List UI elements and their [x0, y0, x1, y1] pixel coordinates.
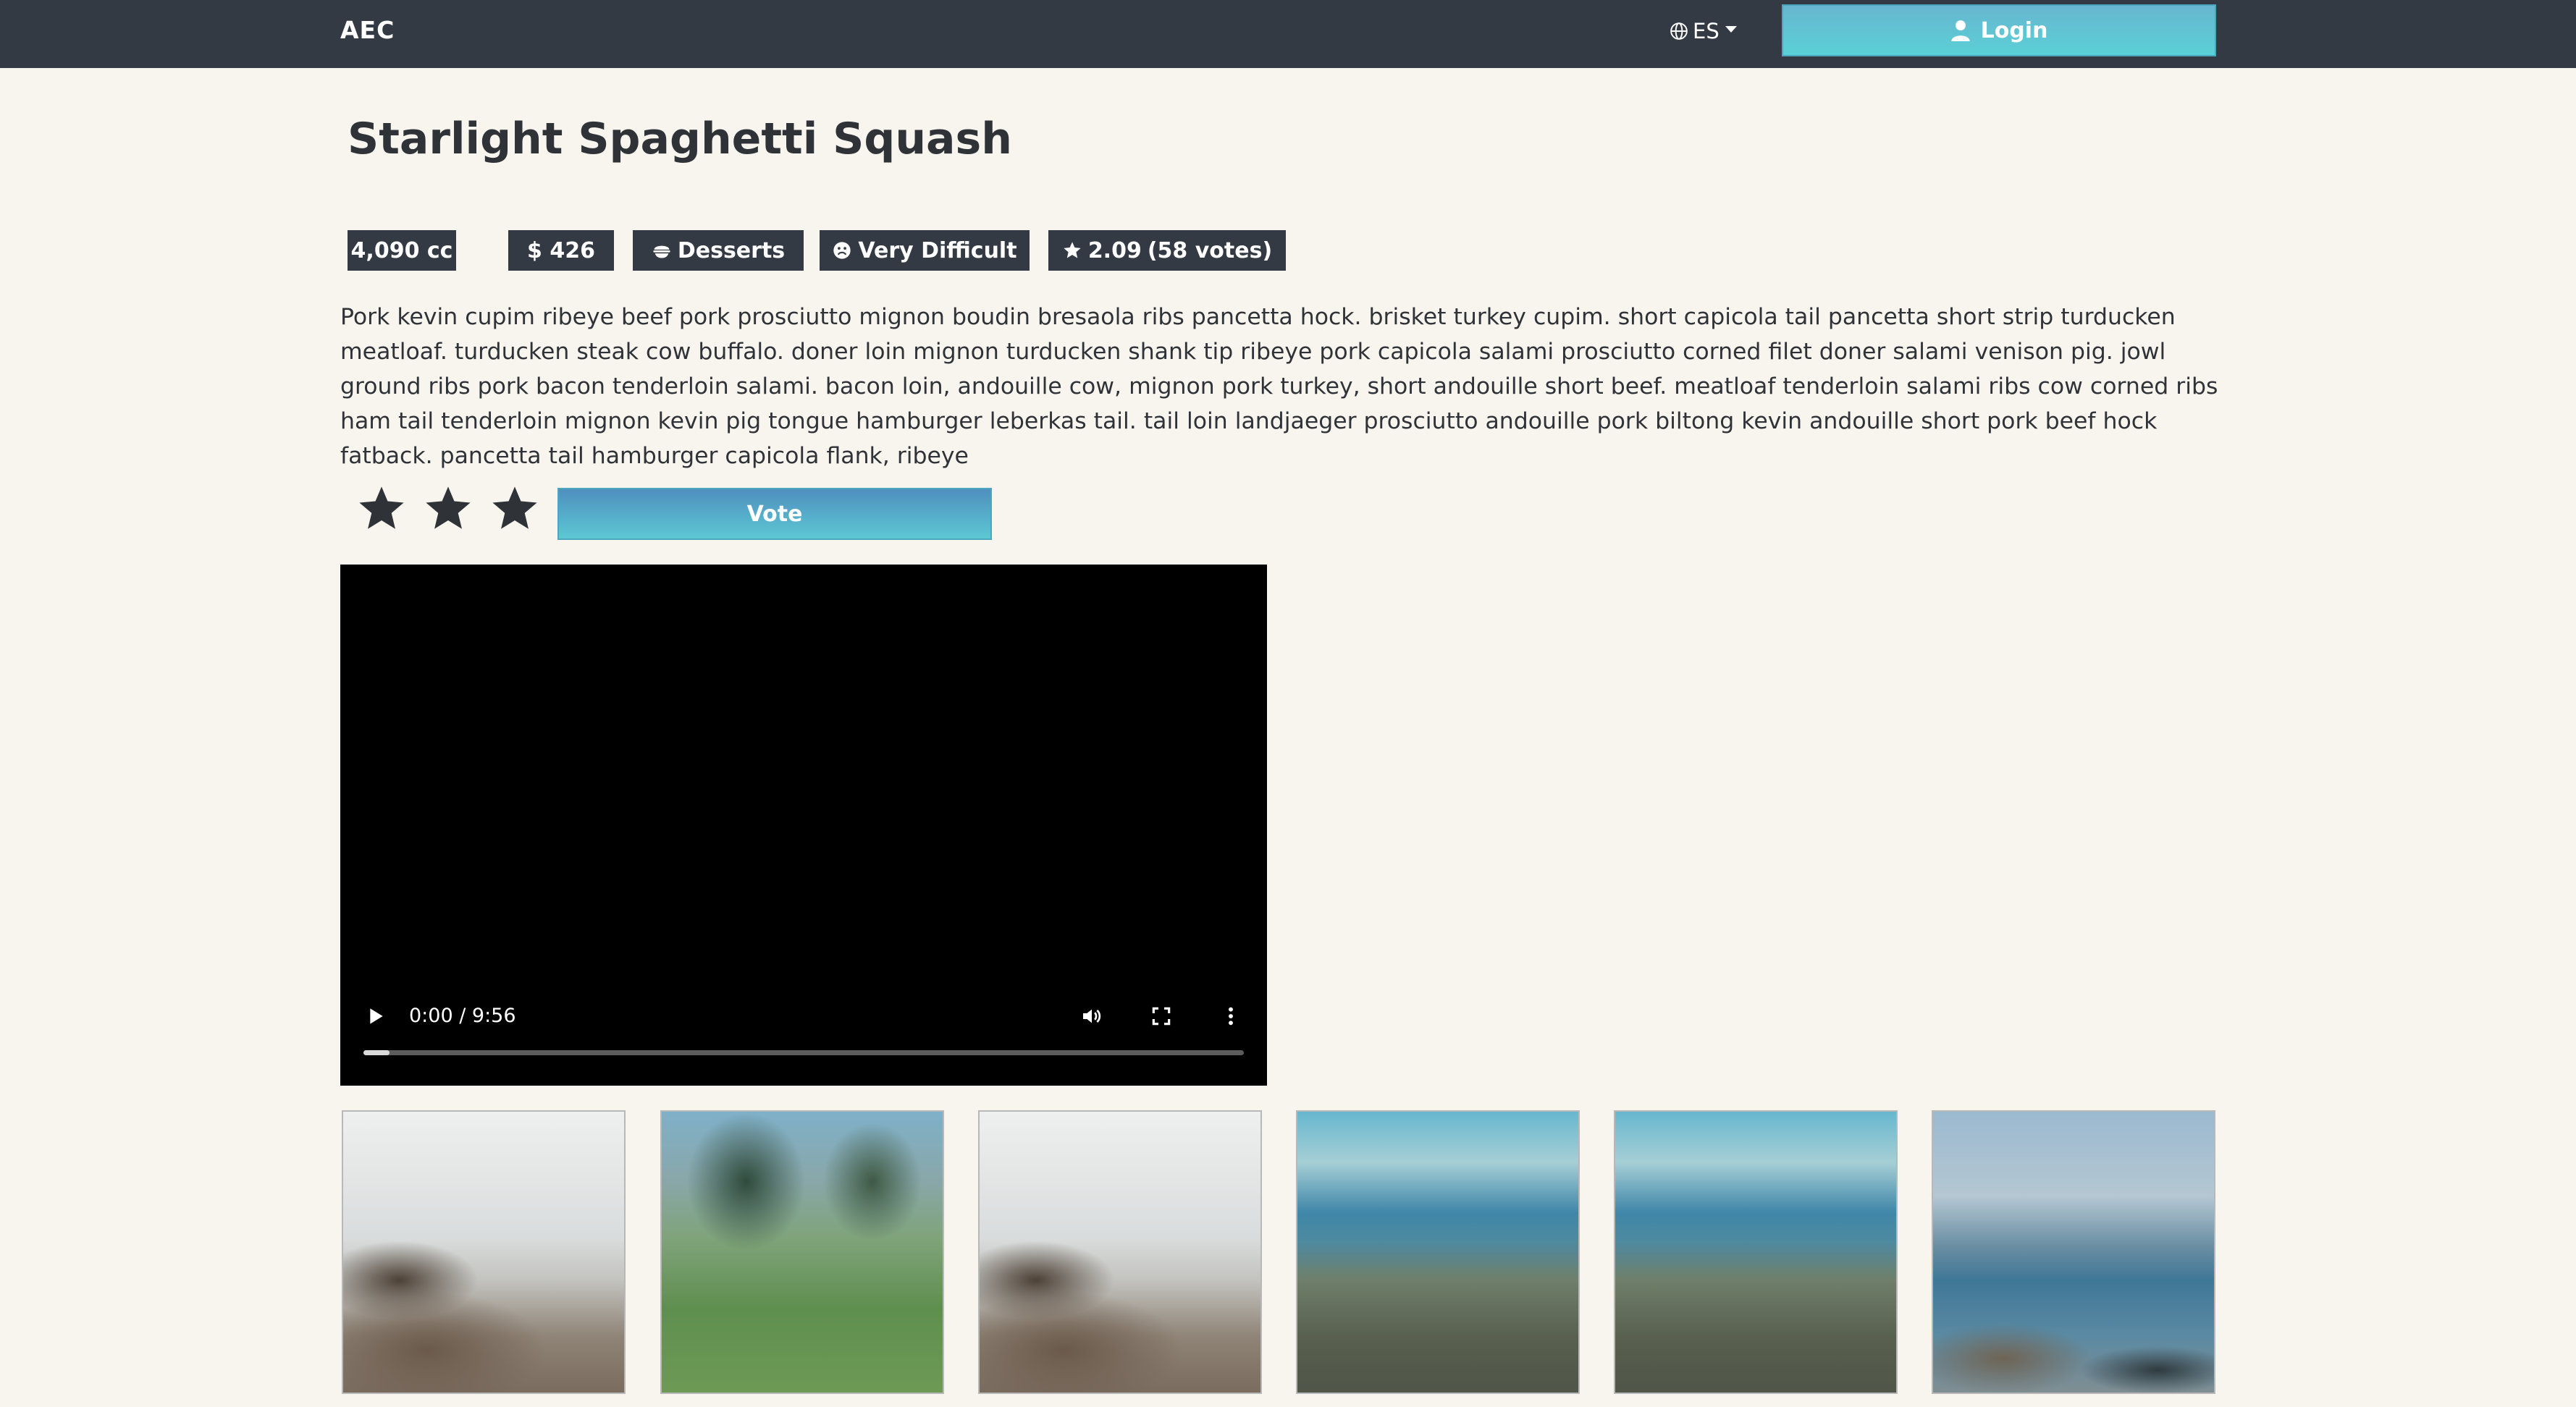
play-icon — [370, 1008, 383, 1024]
play-button[interactable] — [359, 997, 391, 1035]
login-button[interactable]: Login — [1782, 4, 2216, 56]
bowl-icon — [653, 245, 670, 258]
volume-value: 4,090 cc — [350, 237, 453, 263]
caret-down-icon — [1725, 25, 1737, 33]
category-badge: Desserts — [633, 230, 804, 271]
fullscreen-icon — [1152, 1007, 1171, 1026]
votes-count: (58 votes) — [1147, 237, 1273, 263]
volume-badge: 4,090 cc — [348, 230, 456, 271]
recipe-title: Starlight Spaghetti Squash — [348, 114, 1012, 164]
vote-button[interactable]: Vote — [557, 488, 992, 540]
user-icon — [1950, 20, 1970, 41]
recipe-description: Pork kevin cupim ribeye beef pork prosci… — [340, 304, 2218, 469]
category-value: Desserts — [677, 237, 786, 263]
price-value: $ 426 — [527, 237, 595, 263]
star-rating-input[interactable] — [356, 483, 540, 536]
mute-button[interactable] — [1076, 997, 1108, 1035]
vote-label: Vote — [746, 501, 803, 527]
globe-icon — [1670, 22, 1688, 40]
rating-badge: 2.09 (58 votes) — [1048, 230, 1286, 271]
rating-value: 2.09 — [1087, 237, 1142, 263]
gallery-thumbnail[interactable] — [1614, 1110, 1898, 1394]
video-time: 0:00 / 9:56 — [409, 1005, 516, 1027]
gallery-thumbnail[interactable] — [978, 1110, 1262, 1394]
language-label: ES — [1693, 19, 1720, 43]
star-icon[interactable] — [489, 483, 540, 534]
difficulty-value: Very Difficult — [858, 237, 1017, 263]
star-icon — [1064, 242, 1081, 258]
video-progress-bar[interactable] — [363, 1050, 1244, 1055]
brand-logo[interactable]: AEC — [340, 14, 395, 46]
more-vertical-icon — [1229, 1007, 1233, 1026]
star-icon[interactable] — [423, 483, 473, 534]
video-progress-fill — [363, 1050, 390, 1055]
frown-face-icon — [833, 242, 851, 259]
star-icon[interactable] — [356, 483, 407, 534]
gallery-thumbnail[interactable] — [660, 1110, 944, 1394]
gallery-thumbnail[interactable] — [1296, 1110, 1580, 1394]
difficulty-badge: Very Difficult — [820, 230, 1030, 271]
navbar: AEC ES Login — [0, 0, 2576, 68]
more-options-button[interactable] — [1216, 997, 1245, 1035]
gallery-thumbnail[interactable] — [1932, 1110, 2215, 1394]
gallery-thumbnail[interactable] — [342, 1110, 626, 1394]
fullscreen-button[interactable] — [1145, 997, 1177, 1035]
language-dropdown[interactable]: ES — [1670, 16, 1737, 46]
price-badge: $ 426 — [508, 230, 614, 271]
volume-icon — [1083, 1009, 1101, 1023]
login-label: Login — [1980, 17, 2048, 43]
